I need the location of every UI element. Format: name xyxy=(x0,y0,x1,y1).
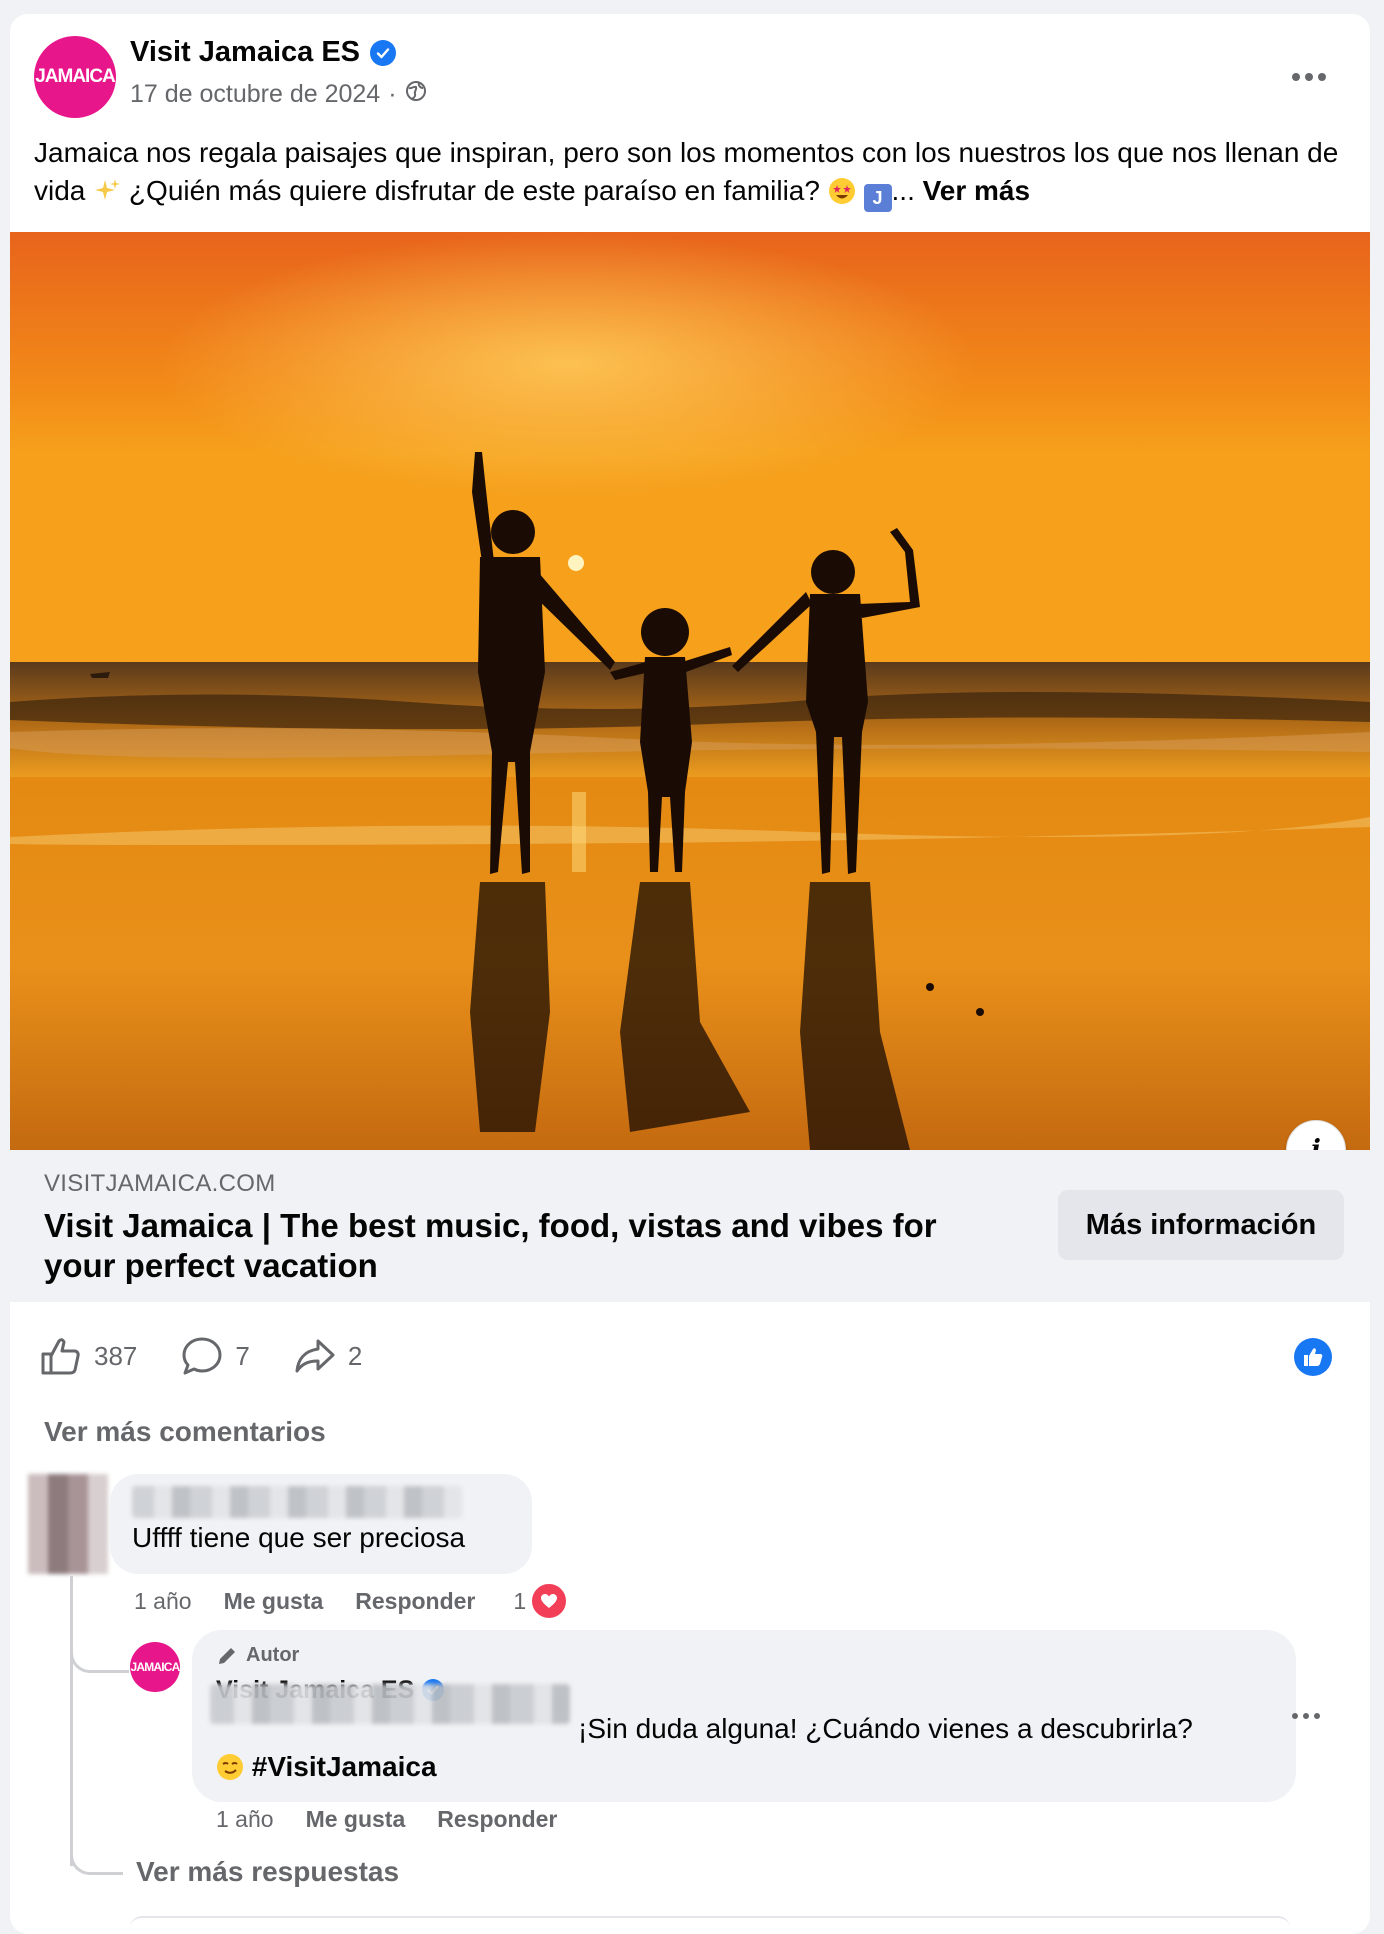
comment-bubble: Uffff tiene que ser preciosa xyxy=(110,1474,532,1574)
link-preview[interactable]: VISITJAMAICA.COM Visit Jamaica | The bes… xyxy=(10,1150,1370,1302)
post-meta: 17 de octubre de 2024 · xyxy=(130,80,427,109)
verified-badge-icon xyxy=(370,39,397,66)
post-options-button[interactable] xyxy=(1284,62,1334,92)
hashtag-link[interactable]: #VisitJamaica xyxy=(252,1751,437,1782)
comment-meta: 1 año Me gusta Responder 1 xyxy=(134,1582,569,1620)
reply-text: ¡Sin duda alguna! ¿Cuándo vienes a descu… xyxy=(578,1713,1193,1744)
comment-button[interactable]: 7 xyxy=(181,1336,250,1376)
reply-meta: 1 año Me gusta Responder xyxy=(216,1806,557,1833)
globe-icon xyxy=(405,80,427,109)
letter-j-emoji-icon: J xyxy=(863,184,892,212)
link-domain: VISITJAMAICA.COM xyxy=(44,1170,276,1197)
page-name-text[interactable]: Visit Jamaica ES xyxy=(130,36,360,69)
blurred-commenter-name[interactable] xyxy=(132,1486,462,1518)
share-arrow-icon xyxy=(295,1339,335,1373)
reply-author-avatar[interactable]: JAMAICA xyxy=(130,1642,180,1692)
comment-bubble-icon xyxy=(182,1337,222,1375)
page-name[interactable]: Visit Jamaica ES xyxy=(130,36,397,69)
more-info-button[interactable]: Más información xyxy=(1058,1190,1344,1260)
heart-icon xyxy=(530,1582,569,1620)
share-button[interactable]: 2 xyxy=(294,1336,362,1376)
author-badge: Autor xyxy=(216,1644,299,1667)
view-more-replies-link[interactable]: Ver más respuestas xyxy=(136,1856,399,1888)
link-title[interactable]: Visit Jamaica | The best music, food, vi… xyxy=(44,1206,984,1286)
thumbs-up-icon xyxy=(41,1338,80,1375)
smirk-emoji-icon xyxy=(216,1753,244,1781)
page-avatar[interactable]: JAMAICA xyxy=(34,36,116,118)
comment-like-button[interactable]: Me gusta xyxy=(224,1588,324,1615)
post-card: JAMAICA Visit Jamaica ES 17 de octubre d… xyxy=(10,14,1370,1934)
next-comment-edge xyxy=(130,1916,1290,1928)
thread-connector xyxy=(70,1634,129,1673)
reply-reply-button[interactable]: Responder xyxy=(437,1806,557,1833)
see-more-link[interactable]: Ver más xyxy=(923,175,1030,206)
view-more-comments-link[interactable]: Ver más comentarios xyxy=(44,1416,326,1448)
thread-line xyxy=(70,1576,73,1866)
comment-age[interactable]: 1 año xyxy=(134,1588,192,1615)
caption-text-2: ¿Quién más quiere disfrutar de este para… xyxy=(121,175,828,206)
sparkles-emoji-icon xyxy=(93,177,121,205)
comment-text: Uffff tiene que ser preciosa xyxy=(132,1522,466,1553)
comment-reply-button[interactable]: Responder xyxy=(355,1588,475,1615)
sunset-beach-photo xyxy=(10,232,1370,1150)
share-count: 2 xyxy=(347,1340,363,1371)
more-dots-icon xyxy=(1292,73,1326,81)
reply-like-button[interactable]: Me gusta xyxy=(306,1806,406,1833)
like-count: 387 xyxy=(94,1340,138,1371)
post-actions: 387 7 2 xyxy=(40,1336,406,1376)
reaction-count: 1 xyxy=(513,1587,527,1614)
thread-connector xyxy=(70,1844,123,1875)
pen-icon xyxy=(219,1647,235,1664)
reply-text-block: ¡Sin duda alguna! ¿Cuándo vienes a descu… xyxy=(216,1710,1276,1786)
like-reaction-icon[interactable] xyxy=(1294,1338,1332,1376)
reply-bubble: Autor Visit Jamaica ES ¡Sin duda alguna!… xyxy=(192,1630,1296,1802)
reply-options-button[interactable] xyxy=(1286,1706,1326,1726)
post-caption: Jamaica nos regala paisajes que inspiran… xyxy=(34,134,1344,212)
meta-separator: · xyxy=(388,80,397,108)
post-date[interactable]: 17 de octubre de 2024 xyxy=(130,80,380,109)
star-struck-emoji-icon xyxy=(828,177,856,205)
comment-count: 7 xyxy=(235,1340,250,1371)
more-dots-icon xyxy=(1292,1713,1320,1719)
caption-ellipsis: ... xyxy=(891,175,915,206)
reply-age[interactable]: 1 año xyxy=(216,1806,274,1833)
post-photo[interactable] xyxy=(10,232,1370,1150)
comment-reactions[interactable]: 1 xyxy=(513,1582,569,1620)
author-badge-label: Autor xyxy=(246,1644,300,1666)
commenter-avatar[interactable] xyxy=(28,1474,108,1574)
like-button[interactable]: 387 xyxy=(40,1336,137,1376)
